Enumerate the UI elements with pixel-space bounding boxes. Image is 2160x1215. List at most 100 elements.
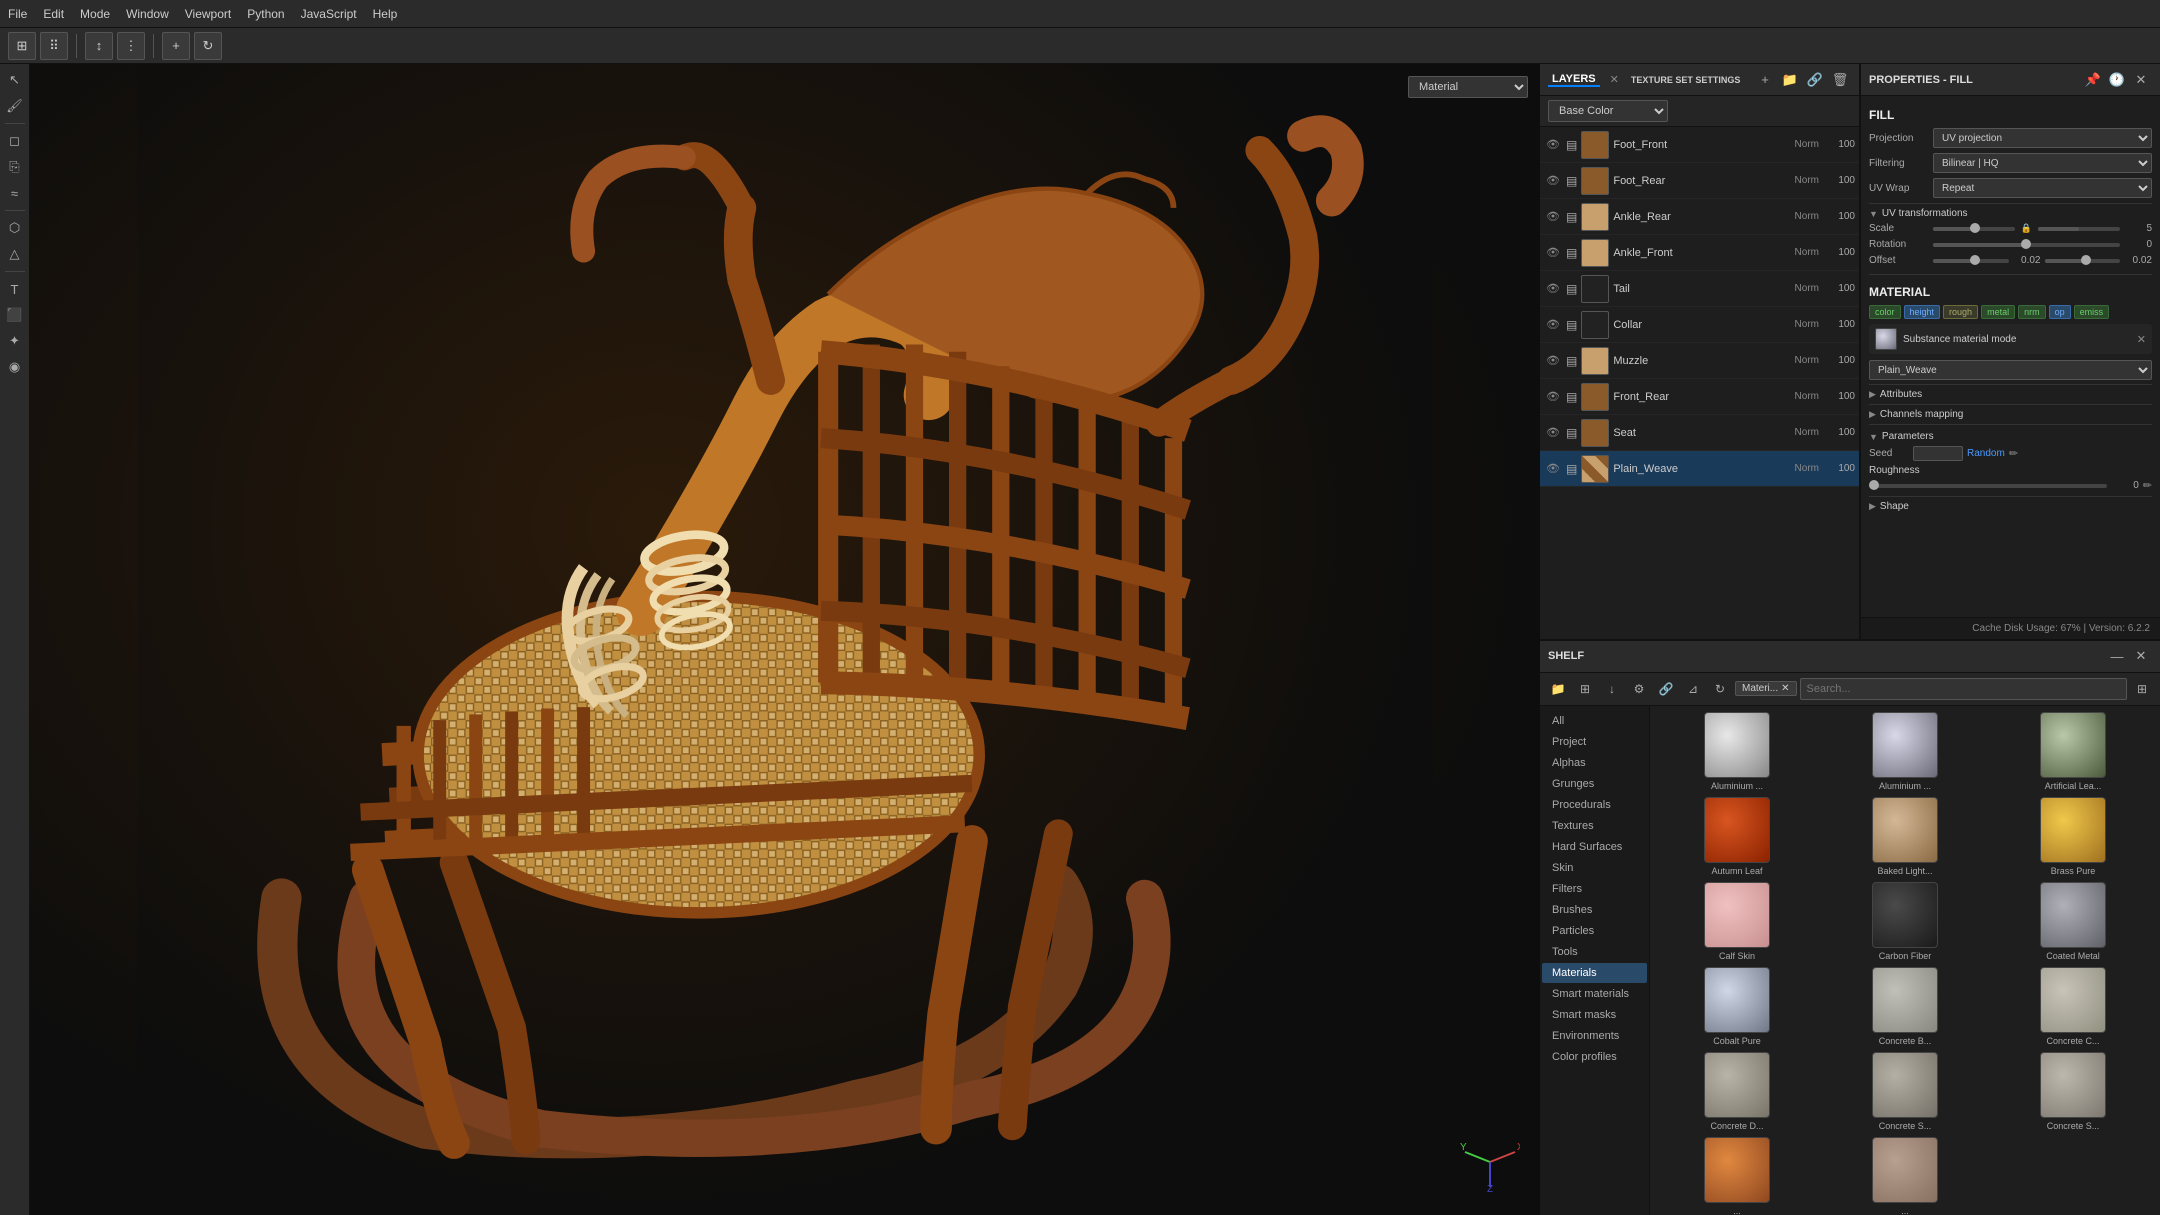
material-tag-op[interactable]: op (2049, 305, 2071, 319)
material-item[interactable]: Concrete S... (1992, 1052, 2154, 1131)
shelf-category-all[interactable]: All (1542, 711, 1647, 731)
shelf-grid-icon[interactable]: ⊞ (1573, 677, 1597, 701)
layer-row[interactable]: 👁 ▤ Ankle_Rear Norm 100 (1540, 199, 1859, 235)
shelf-category-textures[interactable]: Textures (1542, 816, 1647, 836)
material-item[interactable]: Baked Light... (1824, 797, 1986, 876)
shelf-category-procedurals[interactable]: Procedurals (1542, 795, 1647, 815)
material-tag-nrm[interactable]: nrm (2018, 305, 2046, 319)
material-tag-rough[interactable]: rough (1943, 305, 1978, 319)
polygon-fill-tool[interactable]: ⬡ (3, 216, 27, 240)
scale-slider-y[interactable] (2038, 227, 2120, 231)
seed-edit-icon[interactable]: ✏ (2009, 447, 2018, 460)
layer-row[interactable]: 👁 ▤ Tail Norm 100 (1540, 271, 1859, 307)
layer-row[interactable]: 👁 ▤ Foot_Rear Norm 100 (1540, 163, 1859, 199)
layer-row[interactable]: 👁 ▤ Front_Rear Norm 100 (1540, 379, 1859, 415)
base-color-dropdown[interactable]: Base Color (1548, 100, 1668, 122)
layer-visibility-icon[interactable]: 👁 (1544, 318, 1562, 331)
geometry-tool[interactable]: △ (3, 242, 27, 266)
material-item[interactable]: Concrete S... (1824, 1052, 1986, 1131)
material-item[interactable]: Concrete C... (1992, 967, 2154, 1046)
shelf-category-tools[interactable]: Tools (1542, 942, 1647, 962)
grid-view-button[interactable]: ⊞ (8, 32, 36, 60)
pick-tool[interactable]: ✦ (3, 329, 27, 353)
material-item[interactable]: Aluminium ... (1656, 712, 1818, 791)
layer-visibility-icon[interactable]: 👁 (1544, 354, 1562, 367)
layers-tab-close[interactable]: ✕ (1610, 73, 1619, 86)
rotation-slider[interactable] (1933, 243, 2120, 247)
shelf-category-skin[interactable]: Skin (1542, 858, 1647, 878)
substance-close-icon[interactable]: ✕ (2137, 333, 2146, 346)
material-item[interactable]: Concrete B... (1824, 967, 1986, 1046)
material-dropdown[interactable]: Material (1408, 76, 1528, 98)
eraser-tool[interactable]: ◻ (3, 129, 27, 153)
props-close-icon[interactable]: ✕ (2130, 69, 2152, 91)
layer-visibility-icon[interactable]: 👁 (1544, 210, 1562, 223)
shelf-close-icon[interactable]: ✕ (2130, 645, 2152, 667)
material-item[interactable]: ... (1824, 1137, 1986, 1215)
shelf-category-filters[interactable]: Filters (1542, 879, 1647, 899)
transform-button[interactable]: ↕ (85, 32, 113, 60)
shelf-category-environments[interactable]: Environments (1542, 1026, 1647, 1046)
material-item[interactable]: Aluminium ... (1824, 712, 1986, 791)
align-button[interactable]: ⋮ (117, 32, 145, 60)
shelf-category-project[interactable]: Project (1542, 732, 1647, 752)
material-item[interactable]: Autumn Leaf (1656, 797, 1818, 876)
tab-texture-set[interactable]: TEXTURE SET SETTINGS (1627, 75, 1745, 85)
layer-row[interactable]: 👁 ▤ Muzzle Norm 100 (1540, 343, 1859, 379)
material-item[interactable]: Calf Skin (1656, 882, 1818, 961)
shelf-grid-view-icon[interactable]: ⊞ (2130, 677, 2154, 701)
shelf-link-icon[interactable]: 🔗 (1654, 677, 1678, 701)
shelf-category-hard-surfaces[interactable]: Hard Surfaces (1542, 837, 1647, 857)
uv-transformations-header[interactable]: ▼ UV transformations (1869, 208, 2152, 219)
menu-item-mode[interactable]: Mode (80, 7, 110, 21)
shelf-folder-icon[interactable]: 📁 (1546, 677, 1570, 701)
refresh-button[interactable]: ↻ (194, 32, 222, 60)
menu-item-help[interactable]: Help (373, 7, 398, 21)
layers-link-icon[interactable]: 🔗 (1804, 69, 1826, 91)
props-pin-icon[interactable]: 📌 (2082, 69, 2104, 91)
shelf-category-color-profiles[interactable]: Color profiles (1542, 1047, 1647, 1067)
roughness-slider[interactable] (1869, 484, 2107, 488)
layer-row[interactable]: 👁 ▤ Seat Norm 100 (1540, 415, 1859, 451)
material-tag-emiss[interactable]: emiss (2074, 305, 2110, 319)
parameters-header[interactable]: ▼ Parameters (1869, 431, 2152, 442)
layer-visibility-icon[interactable]: 👁 (1544, 174, 1562, 187)
add-button[interactable]: + (162, 32, 190, 60)
shelf-minimize-icon[interactable]: — (2106, 645, 2128, 667)
layer-visibility-icon[interactable]: 👁 (1544, 462, 1562, 475)
material-item[interactable]: Artificial Lea... (1992, 712, 2154, 791)
material-item[interactable]: Concrete D... (1656, 1052, 1818, 1131)
viewport[interactable]: Material X Y Z (30, 64, 1540, 1215)
scale-slider[interactable] (1933, 227, 2015, 231)
layers-delete-icon[interactable]: 🗑 (1829, 69, 1851, 91)
move-tool[interactable]: ↖ (3, 68, 27, 92)
menu-item-edit[interactable]: Edit (43, 7, 64, 21)
layer-row[interactable]: 👁 ▤ Ankle_Front Norm 100 (1540, 235, 1859, 271)
material-tag-height[interactable]: height (1904, 305, 1941, 319)
material-item[interactable]: Brass Pure (1992, 797, 2154, 876)
material-tag-color[interactable]: color (1869, 305, 1901, 319)
offset-slider-y[interactable] (2045, 259, 2121, 263)
layer-row[interactable]: 👁 ▤ Foot_Front Norm 100 (1540, 127, 1859, 163)
menu-item-python[interactable]: Python (247, 7, 284, 21)
material-item[interactable]: Cobalt Pure (1656, 967, 1818, 1046)
shelf-category-particles[interactable]: Particles (1542, 921, 1647, 941)
layer-visibility-icon[interactable]: 👁 (1544, 246, 1562, 259)
shape-header[interactable]: ▶ Shape (1869, 501, 2152, 512)
menu-item-file[interactable]: File (8, 7, 27, 21)
layers-add-icon[interactable]: + (1754, 69, 1776, 91)
shelf-category-smart-materials[interactable]: Smart materials (1542, 984, 1647, 1004)
color-pick-tool[interactable]: ◉ (3, 355, 27, 379)
shelf-category-alphas[interactable]: Alphas (1542, 753, 1647, 773)
shelf-settings-icon[interactable]: ⚙ (1627, 677, 1651, 701)
layer-visibility-icon[interactable]: 👁 (1544, 426, 1562, 439)
menu-item-viewport[interactable]: Viewport (185, 7, 231, 21)
props-clock-icon[interactable]: 🕐 (2106, 69, 2128, 91)
layer-row[interactable]: 👁 ▤ Collar Norm 100 (1540, 307, 1859, 343)
channels-mapping-header[interactable]: ▶ Channels mapping (1869, 409, 2152, 420)
filtering-dropdown[interactable]: Bilinear | HQ (1933, 153, 2152, 173)
shelf-category-materials[interactable]: Materials (1542, 963, 1647, 983)
layer-row[interactable]: 👁 ▤ Plain_Weave Norm 100 (1540, 451, 1859, 487)
projection-dropdown[interactable]: UV projection (1933, 128, 2152, 148)
material-tag-metal[interactable]: metal (1981, 305, 2015, 319)
